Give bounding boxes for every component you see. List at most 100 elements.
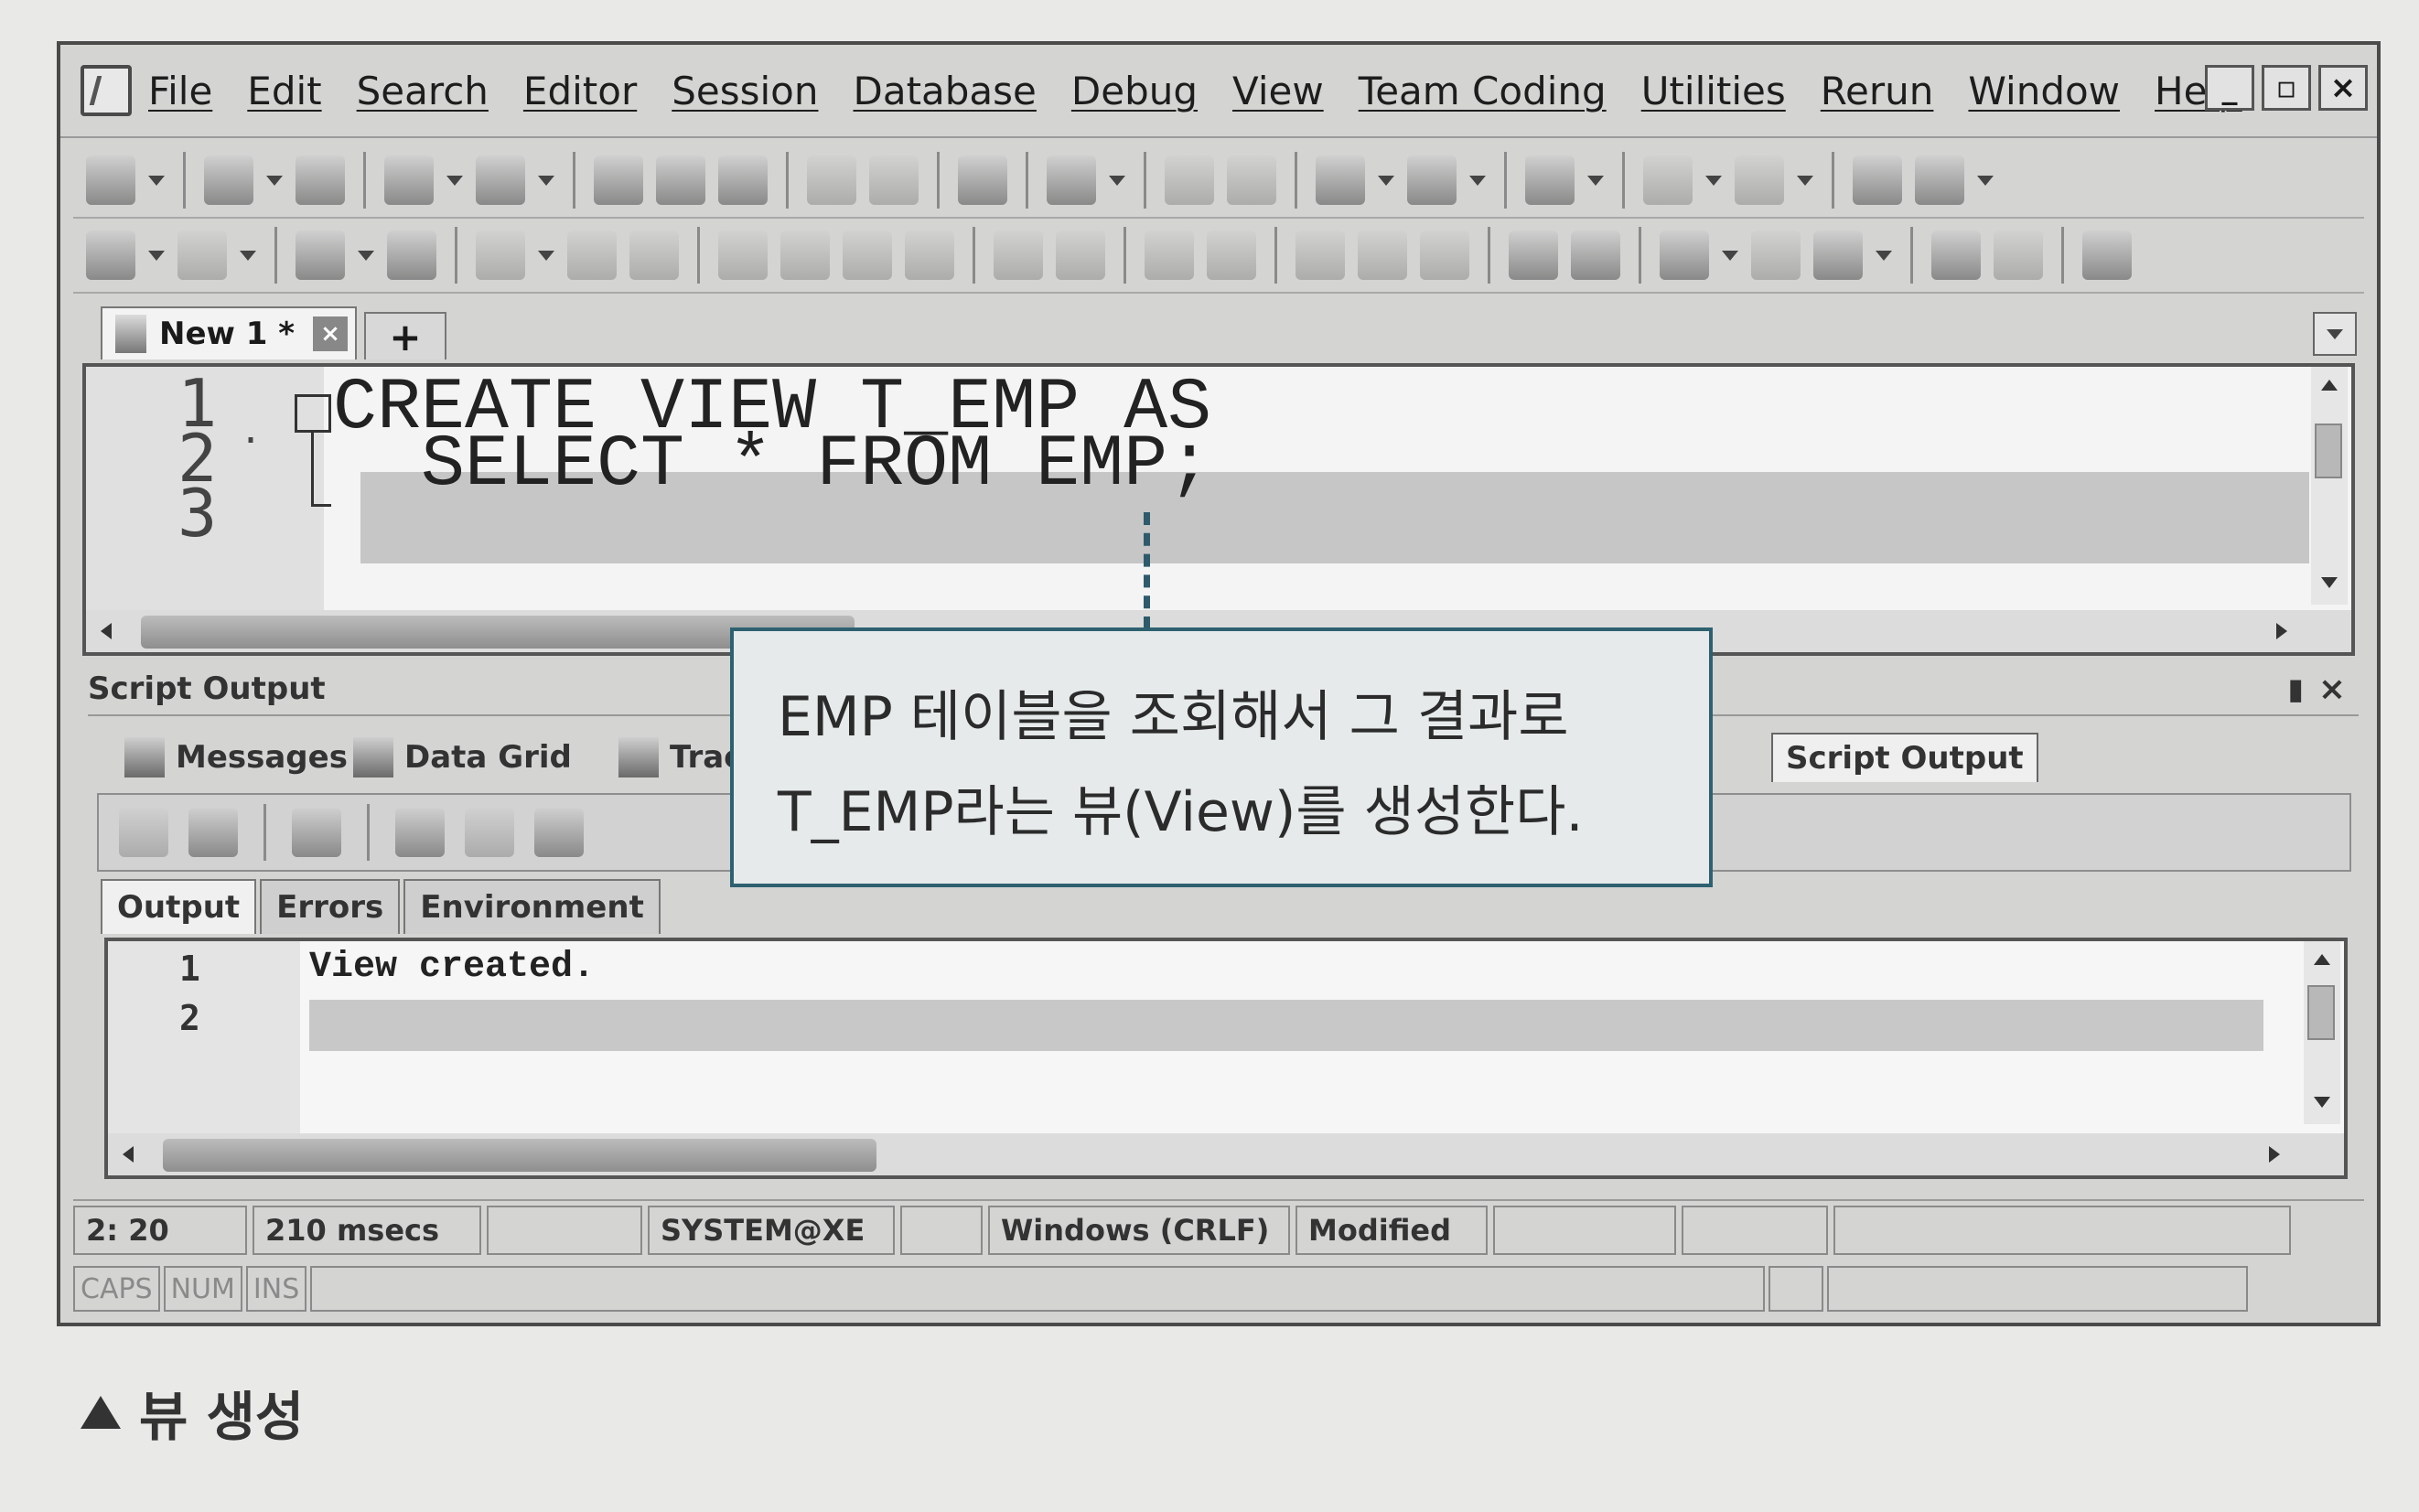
menu-database[interactable]: Database bbox=[853, 69, 1036, 113]
clear-icon[interactable] bbox=[296, 155, 345, 205]
trace-icon[interactable] bbox=[1207, 231, 1256, 280]
grid-export-icon[interactable] bbox=[1358, 231, 1407, 280]
run-to-cursor-icon[interactable] bbox=[905, 231, 954, 280]
watch-icon[interactable] bbox=[994, 231, 1043, 280]
chevron-down-icon[interactable] bbox=[358, 250, 374, 261]
save-as-icon[interactable] bbox=[656, 155, 705, 205]
output-vertical-scrollbar[interactable] bbox=[2304, 941, 2340, 1124]
step-out-icon[interactable] bbox=[843, 231, 892, 280]
schema-icon[interactable] bbox=[1407, 155, 1457, 205]
menu-team-coding[interactable]: Team Coding bbox=[1359, 69, 1607, 113]
export-icon[interactable] bbox=[465, 808, 514, 857]
chevron-down-icon[interactable] bbox=[1722, 250, 1738, 261]
close-icon[interactable]: × bbox=[2318, 670, 2346, 708]
minimize-button[interactable]: _ bbox=[2205, 65, 2254, 111]
save-icon[interactable] bbox=[594, 155, 643, 205]
menu-file[interactable]: File bbox=[148, 69, 212, 113]
pin-icon[interactable]: ▮ bbox=[2287, 671, 2304, 706]
list-icon[interactable] bbox=[387, 231, 436, 280]
grid-filter-icon[interactable] bbox=[1420, 231, 1469, 280]
save-all-icon[interactable] bbox=[718, 155, 768, 205]
chevron-down-icon[interactable] bbox=[1797, 175, 1813, 186]
tab-data-grid[interactable]: Data Grid bbox=[353, 733, 572, 782]
resize-grip-icon[interactable] bbox=[1827, 1266, 2249, 1312]
open-folder-icon[interactable] bbox=[384, 155, 434, 205]
chevron-down-icon[interactable] bbox=[266, 175, 283, 186]
close-button[interactable]: × bbox=[2318, 65, 2368, 111]
run-script-icon[interactable] bbox=[296, 231, 345, 280]
step-into-icon[interactable] bbox=[718, 231, 768, 280]
chevron-down-icon[interactable] bbox=[148, 175, 165, 186]
find-icon[interactable] bbox=[1660, 231, 1709, 280]
output-horizontal-scrollbar[interactable] bbox=[108, 1133, 2344, 1175]
tab-environment[interactable]: Environment bbox=[403, 879, 661, 934]
copy-icon[interactable] bbox=[1571, 231, 1620, 280]
output-text-area[interactable]: 1 View created. 2 bbox=[104, 938, 2348, 1179]
chevron-down-icon[interactable] bbox=[1109, 175, 1125, 186]
new-sql-icon[interactable] bbox=[204, 155, 253, 205]
format-icon[interactable] bbox=[1047, 155, 1096, 205]
step-over-icon[interactable] bbox=[780, 231, 830, 280]
tab-output[interactable]: Output bbox=[101, 879, 257, 934]
open-recent-icon[interactable] bbox=[476, 155, 525, 205]
scroll-down-icon[interactable] bbox=[2321, 577, 2338, 588]
comment-icon[interactable] bbox=[1525, 155, 1575, 205]
scroll-thumb[interactable] bbox=[2315, 424, 2342, 478]
session-icon[interactable] bbox=[1316, 155, 1365, 205]
tab-script-output[interactable]: Script Output bbox=[1771, 733, 2038, 782]
back-icon[interactable] bbox=[1643, 155, 1693, 205]
chevron-down-icon[interactable] bbox=[1876, 250, 1892, 261]
evaluate-icon[interactable] bbox=[1145, 231, 1194, 280]
chevron-down-icon[interactable] bbox=[1705, 175, 1722, 186]
breakpoint-icon[interactable] bbox=[1056, 231, 1105, 280]
menu-editor[interactable]: Editor bbox=[523, 69, 637, 113]
grid-icon[interactable] bbox=[119, 808, 168, 857]
add-tab-button[interactable]: + bbox=[364, 312, 446, 359]
rollback-icon[interactable] bbox=[1227, 155, 1276, 205]
spell-check-icon[interactable] bbox=[2082, 231, 2132, 280]
chevron-down-icon[interactable] bbox=[446, 175, 463, 186]
grid-icon[interactable] bbox=[1296, 231, 1345, 280]
sql-editor[interactable]: 1 · 2 3 CREATE VIEW T_EMP AS SELECT * FR… bbox=[82, 363, 2355, 656]
replace-icon[interactable] bbox=[1813, 231, 1863, 280]
scroll-up-icon[interactable] bbox=[2321, 380, 2338, 391]
tab-errors[interactable]: Errors bbox=[260, 879, 401, 934]
menu-edit[interactable]: Edit bbox=[247, 69, 321, 113]
menu-session[interactable]: Session bbox=[672, 69, 818, 113]
menu-rerun[interactable]: Rerun bbox=[1821, 69, 1934, 113]
menu-search[interactable]: Search bbox=[357, 69, 489, 113]
chevron-down-icon[interactable] bbox=[1977, 175, 1994, 186]
chevron-down-icon[interactable] bbox=[240, 250, 256, 261]
refresh-icon[interactable] bbox=[869, 155, 919, 205]
copy-icon[interactable] bbox=[292, 808, 341, 857]
chevron-down-icon[interactable] bbox=[1378, 175, 1394, 186]
debug-icon[interactable] bbox=[476, 231, 525, 280]
commit-icon[interactable] bbox=[1165, 155, 1214, 205]
sql-optimizer-icon[interactable] bbox=[1915, 155, 1964, 205]
scroll-left-icon[interactable] bbox=[123, 1146, 134, 1163]
tab-list-dropdown[interactable] bbox=[2313, 312, 2357, 356]
fold-toggle-icon[interactable] bbox=[295, 394, 331, 433]
connect-icon[interactable] bbox=[86, 155, 135, 205]
scroll-right-icon[interactable] bbox=[2269, 1146, 2280, 1163]
menu-utilities[interactable]: Utilities bbox=[1641, 69, 1786, 113]
editor-vertical-scrollbar[interactable] bbox=[2311, 367, 2348, 605]
close-tab-icon[interactable]: × bbox=[313, 316, 349, 351]
chevron-down-icon[interactable] bbox=[538, 175, 554, 186]
tab-new-1[interactable]: New 1 * × bbox=[101, 306, 357, 359]
sort-icon[interactable] bbox=[188, 808, 238, 857]
redo-icon[interactable] bbox=[1994, 231, 2043, 280]
print-icon[interactable] bbox=[534, 808, 584, 857]
find-next-icon[interactable] bbox=[1751, 231, 1801, 280]
scroll-thumb[interactable] bbox=[2307, 985, 2335, 1040]
scroll-up-icon[interactable] bbox=[2314, 954, 2330, 965]
stop-icon[interactable] bbox=[177, 231, 227, 280]
sql-icon[interactable] bbox=[807, 155, 856, 205]
menu-view[interactable]: View bbox=[1232, 69, 1324, 113]
chevron-down-icon[interactable] bbox=[148, 250, 165, 261]
menu-window[interactable]: Window bbox=[1968, 69, 2120, 113]
explain-plan-icon[interactable] bbox=[1853, 155, 1902, 205]
variable-icon[interactable] bbox=[629, 231, 679, 280]
scroll-down-icon[interactable] bbox=[2314, 1097, 2330, 1108]
scroll-left-icon[interactable] bbox=[101, 623, 112, 639]
